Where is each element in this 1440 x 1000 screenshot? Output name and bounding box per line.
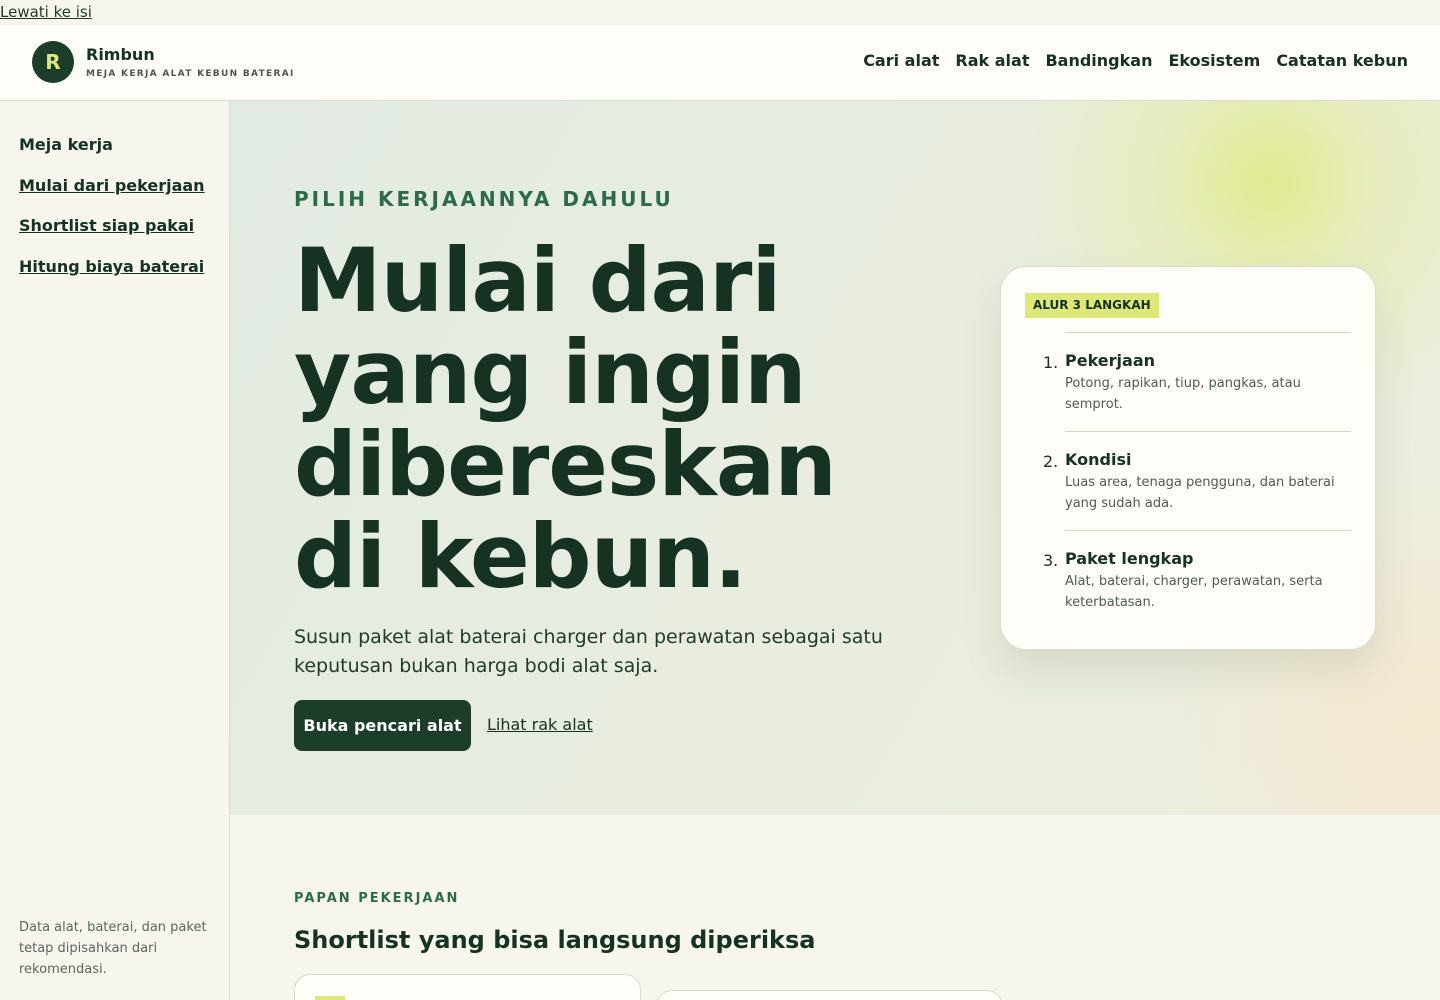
nav-ekosistem[interactable]: Ekosistem	[1168, 51, 1260, 70]
nav-catatan-kebun[interactable]: Catatan kebun	[1276, 51, 1408, 70]
step-item: 3. Paket lengkap Alat, baterai, charger,…	[1043, 530, 1351, 629]
open-tool-finder-button[interactable]: Buka pencari alat	[294, 700, 471, 751]
step-description: Potong, rapikan, tiup, pangkas, atau sem…	[1065, 376, 1301, 412]
step-title: Pekerjaan	[1065, 351, 1155, 370]
brand-name[interactable]: Rimbun	[86, 45, 155, 64]
steps-list: 1. Pekerjaan Potong, rapikan, tiup, pang…	[1043, 332, 1351, 629]
section-title: Shortlist yang bisa langsung diperiksa	[294, 926, 816, 954]
nav-bandingkan[interactable]: Bandingkan	[1045, 51, 1152, 70]
sidebar-note: Data alat, baterai, dan paket tetap dipi…	[19, 920, 207, 977]
step-number: 2.	[1043, 452, 1059, 471]
site-header: R Rimbun MEJA KERJA ALAT KEBUN BATERAI C…	[0, 25, 1440, 101]
step-title: Kondisi	[1065, 450, 1132, 469]
shortlist-card[interactable]	[656, 990, 1003, 1000]
sidebar-link-hitung-biaya[interactable]: Hitung biaya baterai	[19, 257, 204, 276]
step-description: Luas area, tenaga pengguna, dan baterai …	[1065, 475, 1335, 511]
step-description: Alat, baterai, charger, perawatan, serta…	[1065, 574, 1323, 610]
skip-to-content-link[interactable]: Lewati ke isi	[0, 0, 92, 25]
view-tool-rack-link[interactable]: Lihat rak alat	[487, 715, 593, 734]
hero-title: Mulai dari yang ingin dibereskan di kebu…	[294, 229, 837, 608]
sidebar-link-shortlist[interactable]: Shortlist siap pakai	[19, 216, 194, 235]
hero-section: PILIH KERJAANNYA DAHULU Mulai dari yang …	[230, 101, 1440, 815]
step-number: 3.	[1043, 551, 1059, 570]
main-nav: Cari alat Rak alat Bandingkan Ekosistem …	[863, 51, 1408, 70]
hero-eyebrow: PILIH KERJAANNYA DAHULU	[294, 187, 674, 211]
steps-card: ALUR 3 LANGKAH 1. Pekerjaan Potong, rapi…	[1000, 266, 1376, 650]
nav-rak-alat[interactable]: Rak alat	[955, 51, 1029, 70]
hero-description: Susun paket alat baterai charger dan per…	[294, 626, 883, 677]
sidebar: Meja kerja Mulai dari pekerjaan Shortlis…	[0, 101, 230, 1000]
step-item: 1. Pekerjaan Potong, rapikan, tiup, pang…	[1043, 332, 1351, 431]
section-eyebrow: PAPAN PEKERJAAN	[294, 891, 460, 906]
shortlist-card[interactable]	[294, 974, 641, 1000]
step-number: 1.	[1043, 353, 1059, 372]
card-badge	[315, 996, 345, 1000]
sidebar-title: Meja kerja	[19, 135, 113, 154]
step-item: 2. Kondisi Luas area, tenaga pengguna, d…	[1043, 431, 1351, 530]
sidebar-link-mulai[interactable]: Mulai dari pekerjaan	[19, 176, 205, 195]
steps-badge: ALUR 3 LANGKAH	[1025, 293, 1159, 318]
step-title: Paket lengkap	[1065, 549, 1194, 568]
nav-cari-alat[interactable]: Cari alat	[863, 51, 939, 70]
brand-tagline: MEJA KERJA ALAT KEBUN BATERAI	[86, 69, 295, 79]
brand-logo[interactable]: R	[32, 41, 74, 83]
